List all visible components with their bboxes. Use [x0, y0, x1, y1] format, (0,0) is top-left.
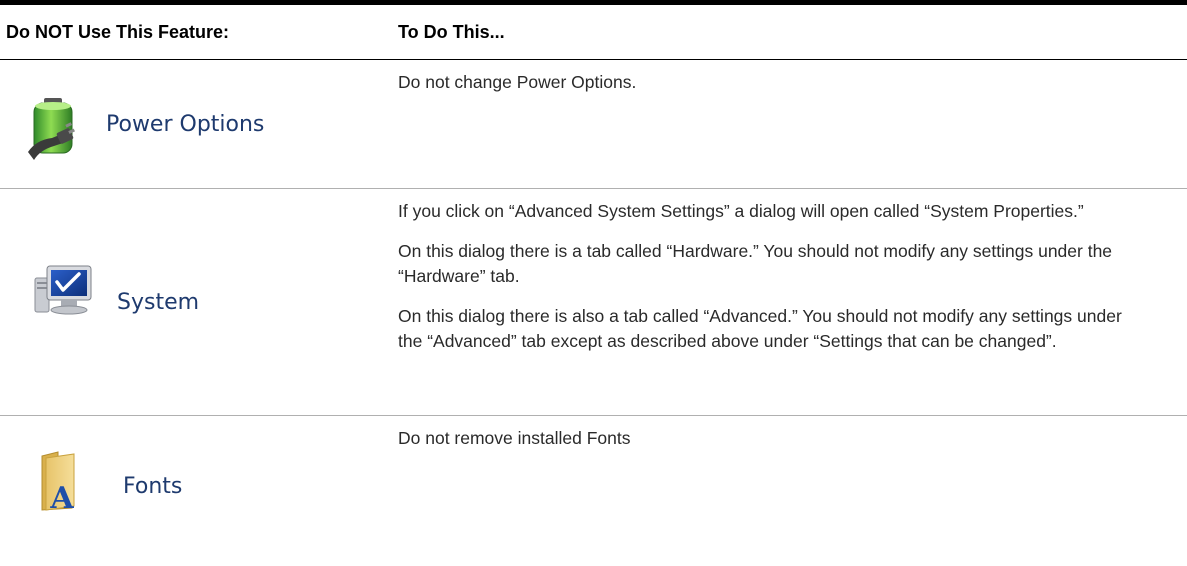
table-header-row: Do NOT Use This Feature: To Do This...	[0, 5, 1187, 60]
table-row: A Fonts Do not remove installed Fonts	[0, 416, 1187, 556]
feature-cell: Power Options	[0, 60, 398, 188]
svg-text:A: A	[49, 481, 74, 512]
description-paragraph: If you click on “Advanced System Setting…	[398, 201, 1084, 221]
description-paragraph: Do not change Power Options.	[398, 72, 637, 92]
system-icon	[34, 265, 92, 315]
feature-label: Power Options	[106, 111, 265, 137]
description-cell: Do not remove installed Fonts	[398, 416, 1187, 556]
power-options-icon	[28, 98, 75, 160]
table-row: Power Options Do not change Power Option…	[0, 60, 1187, 189]
feature-label: Fonts	[123, 473, 183, 499]
description-paragraph: Do not remove installed Fonts	[398, 428, 631, 448]
description-cell: Do not change Power Options.	[398, 60, 1187, 188]
feature-label: System	[117, 289, 200, 315]
header-action: To Do This...	[398, 21, 505, 42]
fonts-folder-icon: A	[41, 451, 75, 512]
description-paragraph: On this dialog there is a tab called “Ha…	[398, 241, 1113, 286]
feature-cell: A Fonts	[0, 416, 398, 556]
description-paragraph: On this dialog there is also a tab calle…	[398, 306, 1122, 351]
header-feature: Do NOT Use This Feature:	[6, 21, 230, 42]
feature-restriction-table: Do NOT Use This Feature: To Do This... P…	[0, 0, 1187, 556]
description-cell: If you click on “Advanced System Setting…	[398, 189, 1187, 415]
feature-cell: System	[0, 189, 398, 415]
table-row: System If you click on “Advanced System …	[0, 189, 1187, 416]
